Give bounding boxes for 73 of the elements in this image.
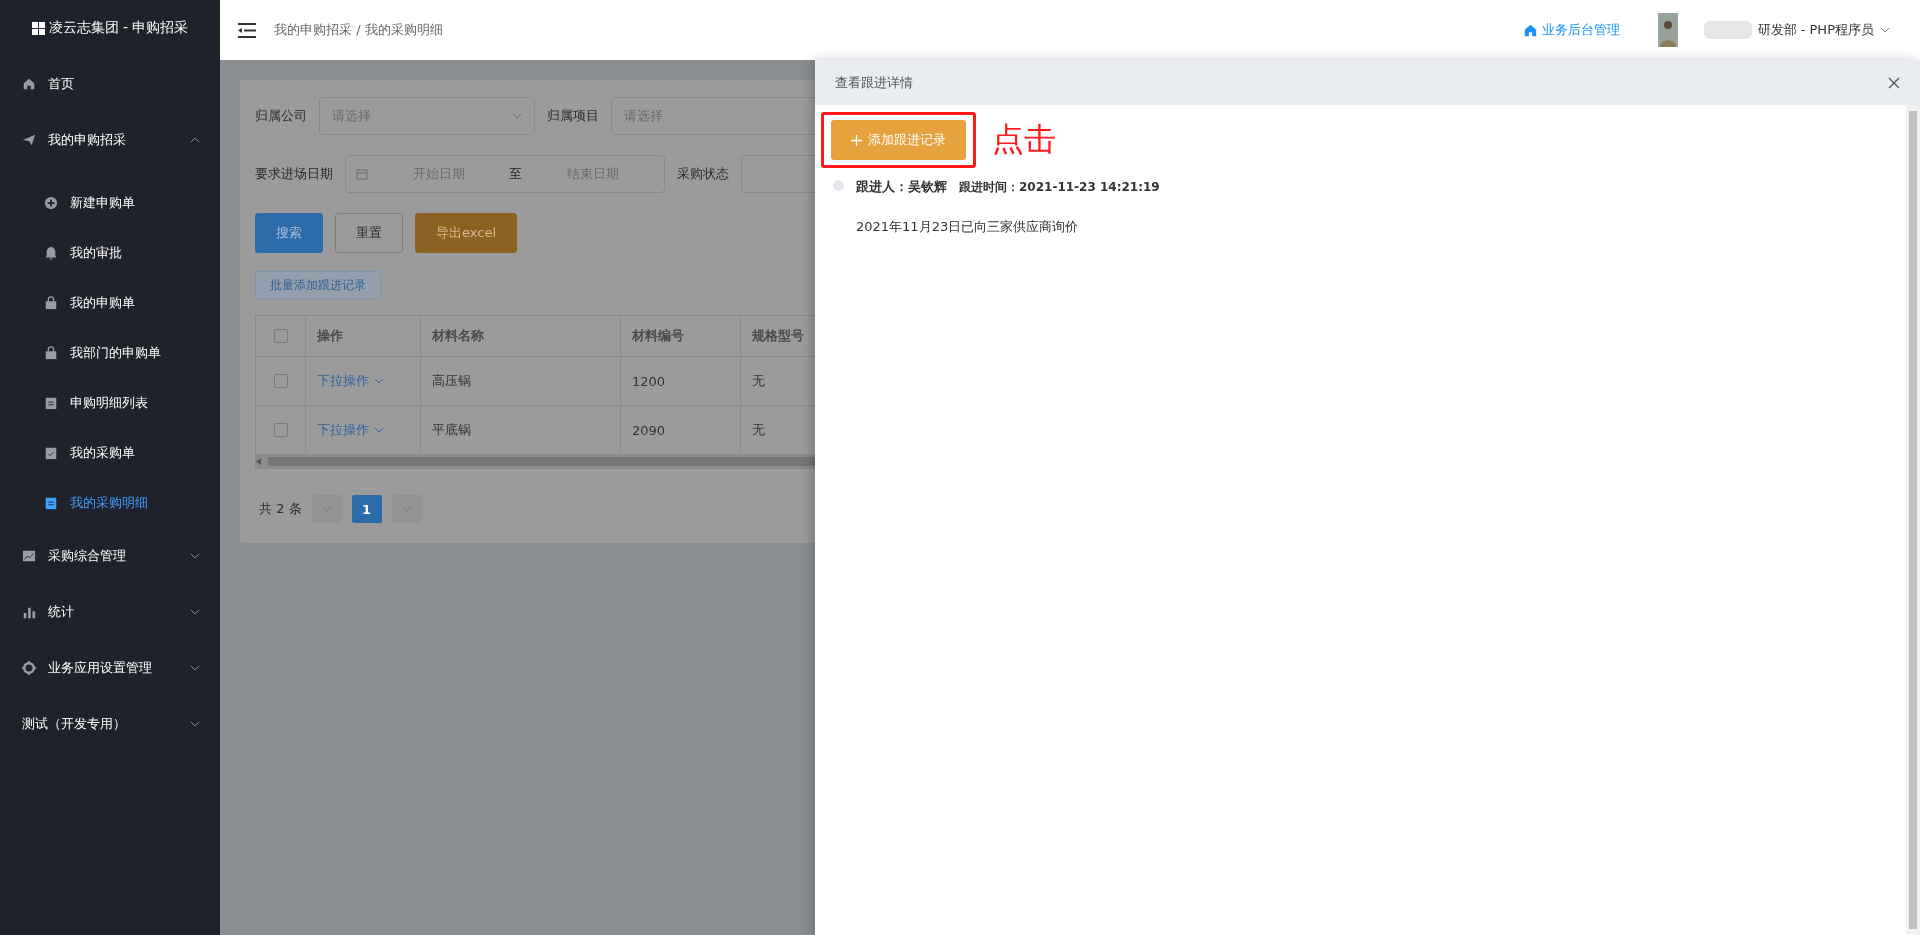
table-cell: 高压锅 — [421, 357, 621, 405]
chevron-icon — [190, 721, 200, 727]
table-cell: 平底锅 — [421, 406, 621, 454]
checkbox[interactable] — [273, 423, 288, 437]
menu-item[interactable]: 业务应用设置管理 — [0, 640, 220, 696]
clipboard-icon — [44, 496, 58, 510]
chevron-icon — [190, 665, 200, 671]
field-label: 采购状态 — [676, 165, 729, 183]
calendar-icon — [356, 168, 368, 180]
chevron-icon — [1880, 27, 1890, 33]
drawer-title: 查看跟进详情 — [835, 73, 913, 92]
menu-item[interactable]: 我部门的申购单 — [0, 328, 220, 378]
follower-name: 跟进人：吴钦辉 — [856, 178, 947, 196]
home-icon — [1523, 23, 1537, 37]
record-content: 2021年11月23日已向三家供应商询价 — [856, 218, 1080, 236]
page-button[interactable]: 1 — [351, 495, 382, 523]
field-label: 要求进场日期 — [255, 165, 333, 183]
chevron-icon — [190, 609, 200, 615]
checkbox[interactable] — [273, 374, 288, 388]
clipboard-check-icon — [44, 446, 58, 460]
timeline-dot — [833, 180, 844, 191]
chevron-icon — [321, 506, 332, 512]
close-icon[interactable] — [1888, 76, 1900, 89]
follow-time: 跟进时间：2021-11-23 14:21:19 — [959, 179, 1160, 196]
paper-plane-icon — [22, 133, 36, 147]
column-header: 材料编号 — [621, 316, 741, 356]
scroll-left-icon — [256, 458, 262, 465]
grid-icon — [31, 21, 45, 35]
horizontal-scrollbar[interactable] — [256, 455, 815, 468]
chevron-icon — [512, 113, 522, 119]
vertical-scrollbar[interactable] — [1906, 105, 1920, 935]
menu-item[interactable]: 新建申购单 — [0, 178, 220, 228]
chevron-icon — [374, 378, 384, 384]
prev-page-button[interactable] — [311, 495, 342, 523]
table-cell: 1200 — [621, 357, 741, 405]
line-chart-icon — [22, 549, 36, 563]
column-header: 操作 — [306, 316, 421, 356]
menu-item[interactable]: 我的审批 — [0, 228, 220, 278]
chevron-icon — [401, 506, 412, 512]
menu-item[interactable]: 我的采购明细 — [0, 478, 220, 528]
table-cell: 2090 — [621, 406, 741, 454]
next-page-button[interactable] — [391, 495, 422, 523]
annotation-text: 点击 — [992, 119, 1056, 160]
action-button[interactable]: 重置 — [335, 213, 403, 253]
menu-item[interactable]: 测试（开发专用） — [0, 696, 220, 752]
checkbox[interactable] — [273, 329, 288, 343]
column-header: 材料名称 — [421, 316, 621, 356]
clipboard-icon — [44, 396, 58, 410]
menu-icon[interactable] — [238, 22, 256, 38]
bar-chart-icon — [22, 605, 36, 619]
menu-item[interactable]: 统计 — [0, 584, 220, 640]
total-count: 共 2 条 — [259, 500, 302, 518]
menu-item[interactable]: 采购综合管理 — [0, 528, 220, 584]
plus-circle-icon — [44, 196, 58, 210]
menu-item[interactable]: 申购明细列表 — [0, 378, 220, 428]
plus-icon — [851, 134, 862, 146]
home-icon — [22, 77, 36, 91]
menu-item[interactable]: 我的申购单 — [0, 278, 220, 328]
blurred-name — [1703, 21, 1752, 39]
app-title: 凌云志集团 - 申购招采 — [48, 19, 189, 37]
chevron-icon — [374, 427, 384, 433]
menu-item[interactable]: 我的申购招采 — [0, 112, 220, 168]
field-label: 归属项目 — [547, 107, 599, 125]
chevron-icon — [190, 137, 200, 143]
breadcrumb: 我的申购招采 / 我的采购明细 — [274, 21, 443, 39]
user-menu[interactable]: 研发部 - PHP程序员 — [1695, 21, 1890, 39]
bell-icon — [44, 246, 58, 260]
menu-item[interactable]: 首页 — [0, 56, 220, 112]
menu-item[interactable]: 我的采购单 — [0, 428, 220, 478]
field-label: 归属公司 — [255, 107, 307, 125]
chevron-icon — [190, 553, 200, 559]
range-separator: 至 — [509, 165, 523, 183]
avatar — [1657, 13, 1678, 47]
